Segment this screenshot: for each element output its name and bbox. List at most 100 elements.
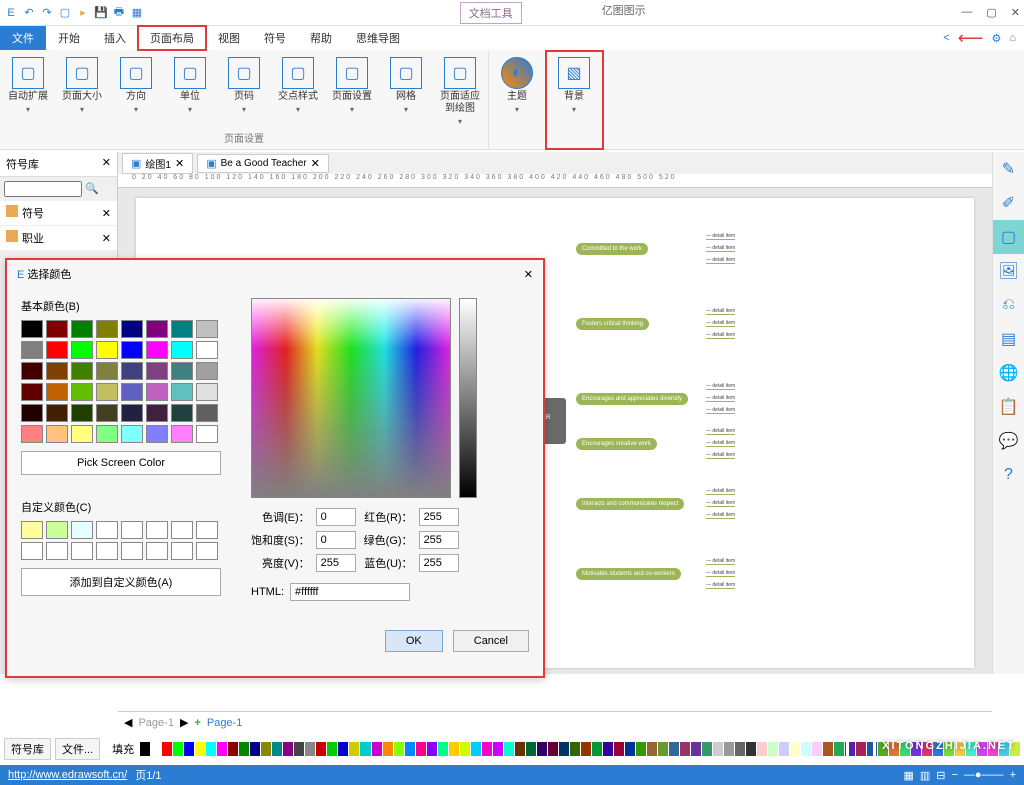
color-swatch[interactable] xyxy=(46,404,68,422)
color-swatch[interactable] xyxy=(121,425,143,443)
value-slider[interactable] xyxy=(459,298,477,498)
palette-swatch[interactable] xyxy=(316,742,326,756)
palette-swatch[interactable] xyxy=(482,742,492,756)
palette-swatch[interactable] xyxy=(427,742,437,756)
ribbon-自动扩展[interactable]: ▢自动扩展▾ xyxy=(2,55,54,128)
palette-swatch[interactable] xyxy=(647,742,657,756)
tab-视图[interactable]: 视图 xyxy=(206,26,252,50)
symbol-category-符号[interactable]: 符号✕ xyxy=(0,201,117,226)
minimize-icon[interactable]: ― xyxy=(961,6,972,19)
palette-swatch[interactable] xyxy=(768,742,778,756)
tab-帮助[interactable]: 帮助 xyxy=(298,26,344,50)
palette-swatch[interactable] xyxy=(327,742,337,756)
color-swatch[interactable] xyxy=(21,425,43,443)
pick-screen-color-button[interactable]: Pick Screen Color xyxy=(21,451,221,475)
ribbon-页面大小[interactable]: ▢页面大小▾ xyxy=(56,55,108,128)
color-swatch[interactable] xyxy=(196,320,218,338)
green-input[interactable] xyxy=(419,531,459,549)
view-outline-icon[interactable]: ▥ xyxy=(920,769,930,782)
palette-swatch[interactable] xyxy=(746,742,756,756)
palette-swatch[interactable] xyxy=(988,742,998,756)
add-page-icon[interactable]: + xyxy=(194,717,200,729)
view-mode-icon[interactable]: ▦ xyxy=(903,769,913,782)
color-swatch[interactable] xyxy=(146,404,168,422)
palette-swatch[interactable] xyxy=(581,742,591,756)
symbol-category-职业[interactable]: 职业✕ xyxy=(0,226,117,251)
palette-swatch[interactable] xyxy=(801,742,811,756)
palette-swatch[interactable] xyxy=(889,742,899,756)
color-swatch[interactable] xyxy=(96,383,118,401)
palette-swatch[interactable] xyxy=(360,742,370,756)
palette-swatch[interactable] xyxy=(636,742,646,756)
footer-url[interactable]: http://www.edrawsoft.cn/ xyxy=(8,769,127,781)
palette-swatch[interactable] xyxy=(537,742,547,756)
color-swatch[interactable] xyxy=(96,362,118,380)
custom-color-swatch[interactable] xyxy=(71,542,93,560)
palette-swatch[interactable] xyxy=(140,742,150,756)
palette-swatch[interactable] xyxy=(162,742,172,756)
doc-tab[interactable]: ▣ Be a Good Teacher ✕ xyxy=(197,154,329,173)
color-swatch[interactable] xyxy=(196,362,218,380)
sat-input[interactable] xyxy=(316,531,356,549)
close-icon[interactable]: ✕ xyxy=(102,207,111,220)
palette-swatch[interactable] xyxy=(757,742,767,756)
tab-开始[interactable]: 开始 xyxy=(46,26,92,50)
comment-icon[interactable]: 💬 xyxy=(993,424,1024,458)
ribbon-方向[interactable]: ▢方向▾ xyxy=(110,55,162,128)
zoom-out-icon[interactable]: − xyxy=(951,769,957,781)
dialog-close-icon[interactable]: ✕ xyxy=(524,268,533,281)
palette-swatch[interactable] xyxy=(823,742,833,756)
mindmap-node[interactable]: Interacts and communicates respect xyxy=(576,498,684,510)
edit-icon[interactable]: ✐ xyxy=(993,186,1024,220)
custom-color-swatch[interactable] xyxy=(146,542,168,560)
color-gradient-picker[interactable] xyxy=(251,298,451,498)
mindmap-leaf[interactable]: — detail item xyxy=(706,582,735,589)
color-swatch[interactable] xyxy=(96,320,118,338)
cancel-button[interactable]: Cancel xyxy=(453,630,529,652)
palette-swatch[interactable] xyxy=(438,742,448,756)
palette-swatch[interactable] xyxy=(294,742,304,756)
color-swatch[interactable] xyxy=(71,320,93,338)
palette-swatch[interactable] xyxy=(504,742,514,756)
custom-color-swatch[interactable] xyxy=(146,521,168,539)
color-swatch[interactable] xyxy=(121,362,143,380)
blue-input[interactable] xyxy=(419,554,459,572)
palette-swatch[interactable] xyxy=(151,742,161,756)
open-icon[interactable]: ▸ xyxy=(76,6,90,20)
tab-思维导图[interactable]: 思维导图 xyxy=(344,26,412,50)
theme-button[interactable]: ◐ 主题 ▾ xyxy=(491,55,543,116)
color-swatch[interactable] xyxy=(171,341,193,359)
page-icon[interactable]: ▤ xyxy=(993,322,1024,356)
palette-swatch[interactable] xyxy=(239,742,249,756)
mindmap-leaf[interactable]: — detail item xyxy=(706,407,735,414)
export-icon[interactable]: ▦ xyxy=(130,6,144,20)
palette-swatch[interactable] xyxy=(790,742,800,756)
redo-icon[interactable]: ↷ xyxy=(40,6,54,20)
palette-swatch[interactable] xyxy=(228,742,238,756)
color-swatch[interactable] xyxy=(21,341,43,359)
color-swatch[interactable] xyxy=(71,383,93,401)
fill-panel-icon[interactable]: ▢ xyxy=(993,220,1024,254)
palette-swatch[interactable] xyxy=(812,742,822,756)
palette-swatch[interactable] xyxy=(283,742,293,756)
mindmap-leaf[interactable]: — detail item xyxy=(706,512,735,519)
custom-color-swatch[interactable] xyxy=(121,521,143,539)
add-custom-color-button[interactable]: 添加到自定义颜色(A) xyxy=(21,568,221,596)
zoom-slider[interactable]: ―●―― xyxy=(964,769,1004,781)
color-swatch[interactable] xyxy=(171,362,193,380)
color-swatch[interactable] xyxy=(71,362,93,380)
palette-swatch[interactable] xyxy=(559,742,569,756)
mindmap-leaf[interactable]: — detail item xyxy=(706,245,735,252)
html-input[interactable] xyxy=(290,583,410,601)
palette-swatch[interactable] xyxy=(603,742,613,756)
mindmap-leaf[interactable]: — detail item xyxy=(706,452,735,459)
tab-file[interactable]: 文件 xyxy=(0,26,46,50)
share-icon[interactable]: < xyxy=(943,32,949,44)
page-tab[interactable]: Page-1 xyxy=(138,717,173,729)
palette-swatch[interactable] xyxy=(900,742,910,756)
palette-swatch[interactable] xyxy=(405,742,415,756)
close-tab-icon[interactable]: ✕ xyxy=(311,157,320,170)
palette-swatch[interactable] xyxy=(416,742,426,756)
color-swatch[interactable] xyxy=(196,383,218,401)
mindmap-node[interactable]: Encourages and appreciates diversity xyxy=(576,393,688,405)
